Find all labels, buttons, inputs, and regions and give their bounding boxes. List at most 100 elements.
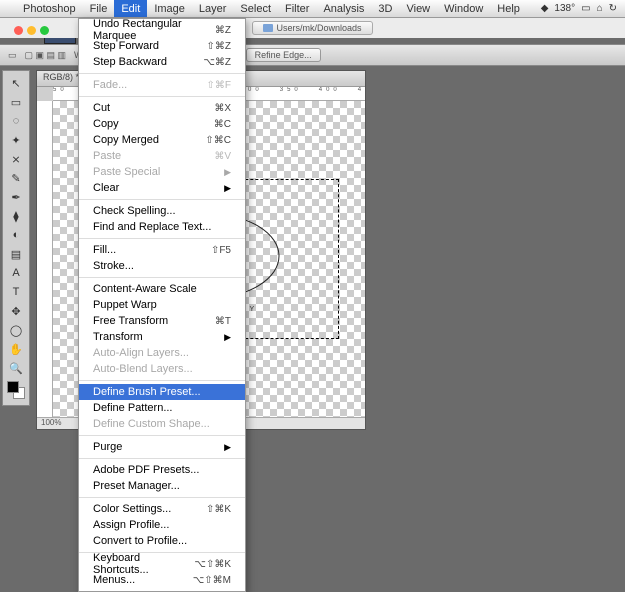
menu-item-label: Auto-Align Layers... [93,347,189,359]
menu-shortcut: ⌥⇧⌘K [194,559,231,570]
menu-item-purge[interactable]: Purge▶ [79,439,245,455]
menu-item-fade: Fade... ⇧⌘F [79,77,245,93]
menu-shortcut: ⇧⌘K [206,504,231,515]
menu-item-fill[interactable]: Fill...⇧F5 [79,242,245,258]
menu-separator [79,238,245,239]
menu-item-menus[interactable]: Menus...⌥⇧⌘M [79,572,245,588]
menu-item-define-brush-preset[interactable]: Define Brush Preset... [79,384,245,400]
menu-item-label: Fade... [93,79,127,91]
menu-item-preset-manager[interactable]: Preset Manager... [79,478,245,494]
menu-item-define-pattern[interactable]: Define Pattern... [79,400,245,416]
menu-item-auto-blend-layers: Auto-Blend Layers... [79,361,245,377]
menu-item-label: Puppet Warp [93,299,157,311]
menu-item-label: Define Pattern... [93,402,173,414]
menu-item-label: Find and Replace Text... [93,221,211,233]
menu-item-puppet-warp[interactable]: Puppet Warp [79,297,245,313]
evernote-icon[interactable]: ◆ [541,3,549,14]
shape-tool[interactable]: ◯ [4,321,28,339]
move-tool[interactable]: ↖ [4,74,28,92]
menu-shortcut: ⌘T [215,316,231,327]
brush-tool[interactable]: ✒ [4,188,28,206]
menu-item-label: Assign Profile... [93,519,169,531]
menu-item-label: Content-Aware Scale [93,283,197,295]
menu-item-label: Define Custom Shape... [93,418,210,430]
zoom-tool[interactable]: 🔍 [4,359,28,377]
type-tool[interactable]: T [4,283,28,301]
history-brush-tool[interactable]: ◐ [4,226,28,244]
menu-shortcut: ⌥⇧⌘M [193,575,231,586]
menu-item-label: Transform [93,331,143,343]
marquee-tool[interactable]: ▭ [4,93,28,111]
color-swatches[interactable] [7,381,25,399]
zoom-button[interactable] [40,26,49,35]
menu-separator [79,458,245,459]
menu-item-label: Cut [93,102,110,114]
selection-mode-icons[interactable]: ▢ ▣ ▤ ▥ [25,50,67,61]
mac-menubar: Photoshop File Edit Image Layer Select F… [0,0,625,18]
menu-item-assign-profile[interactable]: Assign Profile... [79,517,245,533]
menu-image[interactable]: Image [147,0,192,17]
tools-panel: ↖ ▭ ◌ ✦ ⨯ ✎ ✒ ⧫ ◐ ▤ A T ✥ ◯ ✋ 🔍 [2,70,30,406]
menu-item-free-transform[interactable]: Free Transform ⌘T [79,313,245,329]
menu-item-content-aware-scale[interactable]: Content-Aware Scale [79,281,245,297]
pen-tool[interactable]: ✥ [4,302,28,320]
menu-window[interactable]: Window [437,0,490,17]
menu-view[interactable]: View [399,0,437,17]
menu-item-label: Purge [93,441,122,453]
display-icon[interactable]: ▭ [581,3,590,14]
hand-tool[interactable]: ✋ [4,340,28,358]
menu-item-paste-special: Paste Special▶ [79,164,245,180]
menu-item-undo-rectangular-marquee[interactable]: Undo Rectangular Marquee⌘Z [79,22,245,38]
menu-item-keyboard-shortcuts[interactable]: Keyboard Shortcuts...⌥⇧⌘K [79,556,245,572]
menu-item-convert-to-profile[interactable]: Convert to Profile... [79,533,245,549]
wand-tool[interactable]: ✦ [4,131,28,149]
menu-layer[interactable]: Layer [192,0,234,17]
foreground-color[interactable] [7,381,19,393]
minimize-button[interactable] [27,26,36,35]
crop-tool[interactable]: ⨯ [4,150,28,168]
path-crumb[interactable]: Users/mk/Downloads [252,21,372,35]
menu-help[interactable]: Help [490,0,527,17]
lasso-tool[interactable]: ◌ [4,112,28,130]
menu-item-check-spelling[interactable]: Check Spelling... [79,203,245,219]
menu-separator [79,380,245,381]
menu-select[interactable]: Select [233,0,278,17]
menu-item-copy[interactable]: Copy⌘C [79,116,245,132]
menu-item-paste: Paste⌘V [79,148,245,164]
menu-item-label: Copy Merged [93,134,159,146]
close-button[interactable] [14,26,23,35]
menu-item-color-settings[interactable]: Color Settings...⇧⌘K [79,501,245,517]
menu-item-transform[interactable]: Transform ▶ [79,329,245,345]
menu-separator [79,497,245,498]
menu-3d[interactable]: 3D [371,0,399,17]
menu-shortcut: ⇧⌘F [207,80,232,91]
menu-item-adobe-pdf-presets[interactable]: Adobe PDF Presets... [79,462,245,478]
menu-edit[interactable]: Edit [114,0,147,17]
menu-item-clear[interactable]: Clear▶ [79,180,245,196]
menu-item-stroke[interactable]: Stroke... [79,258,245,274]
menu-item-label: Stroke... [93,260,134,272]
menu-separator [79,73,245,74]
stamp-tool[interactable]: ⧫ [4,207,28,225]
menu-item-copy-merged[interactable]: Copy Merged⇧⌘C [79,132,245,148]
submenu-arrow-icon: ▶ [224,332,231,343]
dropbox-icon[interactable]: ⌂ [597,3,603,14]
menu-analysis[interactable]: Analysis [316,0,371,17]
menu-item-cut[interactable]: Cut⌘X [79,100,245,116]
ruler-vertical [37,101,53,417]
menu-photoshop[interactable]: Photoshop [16,0,83,17]
window-traffic-lights [14,26,49,35]
menu-file[interactable]: File [83,0,115,17]
menu-item-label: Free Transform [93,315,168,327]
refine-edge-button[interactable]: Refine Edge... [246,48,321,62]
eyedropper-tool[interactable]: ✎ [4,169,28,187]
menu-item-step-forward[interactable]: Step Forward⇧⌘Z [79,38,245,54]
marquee-tool-icon[interactable]: ▭ [8,50,17,61]
menu-item-step-backward[interactable]: Step Backward⌥⌘Z [79,54,245,70]
gradient-tool[interactable]: A [4,264,28,282]
eraser-tool[interactable]: ▤ [4,245,28,263]
sync-icon[interactable]: ↻ [609,3,617,14]
menu-filter[interactable]: Filter [278,0,316,17]
menu-item-find-and-replace-text[interactable]: Find and Replace Text... [79,219,245,235]
edit-menu-dropdown: Undo Rectangular Marquee⌘ZStep Forward⇧⌘… [78,18,246,592]
